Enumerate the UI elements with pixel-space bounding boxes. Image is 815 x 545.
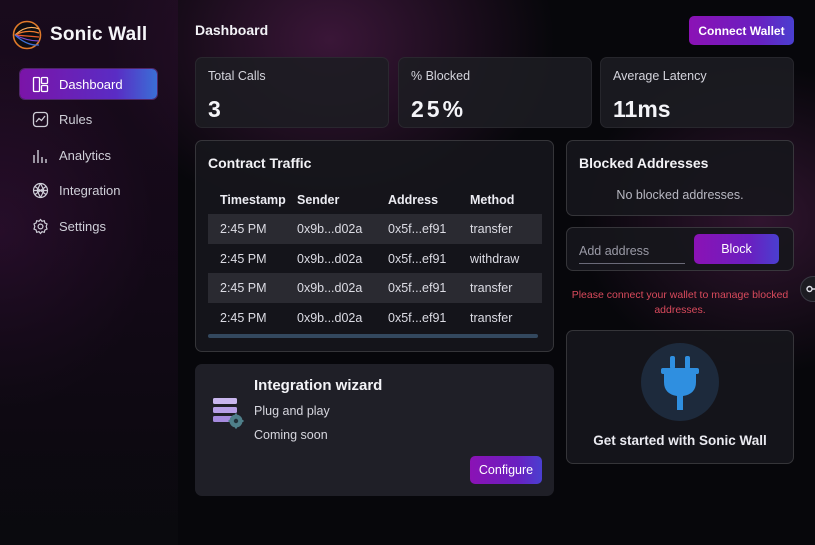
contract-traffic-card: Contract Traffic Timestamp Sender Addres…	[195, 140, 554, 352]
cell-address: 0x5f...ef91	[388, 251, 447, 266]
column-header-timestamp[interactable]: Timestamp	[208, 193, 297, 207]
cell-method: transfer	[470, 310, 513, 325]
wallet-warning: Please connect your wallet to manage blo…	[571, 289, 789, 316]
sidebar-item-label: Dashboard	[59, 76, 123, 92]
stat-label: Average Latency	[613, 69, 707, 83]
table-row[interactable]: 2:45 PM 0x9b...d02a 0x5f...ef91 transfer	[208, 214, 542, 244]
wizard-subtitle: Plug and play	[254, 404, 330, 418]
add-address-input[interactable]	[579, 239, 685, 264]
column-header-method[interactable]: Method	[470, 193, 542, 207]
wizard-status: Coming soon	[254, 428, 328, 442]
sonic-wall-logo-icon	[12, 20, 42, 50]
gear-icon	[32, 218, 49, 235]
empty-state-text: No blocked addresses.	[616, 188, 744, 202]
cell-sender: 0x9b...d02a	[297, 310, 363, 325]
sidebar: Sonic Wall Dashboard Rules Analytics Int…	[0, 0, 178, 545]
table-header: Timestamp Sender Address Method	[208, 186, 542, 214]
cell-sender: 0x9b...d02a	[297, 221, 363, 236]
stat-card-blocked: % Blocked 25%	[398, 57, 592, 128]
add-address-form: Block	[566, 227, 794, 271]
sidebar-item-settings[interactable]: Settings	[20, 211, 157, 241]
column-header-sender[interactable]: Sender	[297, 193, 388, 207]
cell-method: withdraw	[470, 251, 520, 266]
cell-sender: 0x9b...d02a	[297, 251, 363, 266]
server-settings-icon	[213, 398, 244, 429]
wizard-title: Integration wizard	[254, 377, 383, 394]
configure-button[interactable]: Configure	[470, 456, 542, 484]
plug-icon	[661, 356, 699, 410]
brand[interactable]: Sonic Wall	[12, 20, 147, 50]
block-button[interactable]: Block	[694, 234, 779, 264]
cell-sender: 0x9b...d02a	[297, 281, 363, 296]
cell-method: transfer	[470, 281, 513, 296]
traffic-table: Timestamp Sender Address Method 2:45 PM …	[208, 186, 542, 333]
sidebar-item-label: Rules	[59, 112, 93, 127]
brand-name: Sonic Wall	[50, 24, 148, 45]
get-started-text: Get started with Sonic Wall	[593, 433, 767, 448]
cell-timestamp: 2:45 PM	[220, 310, 267, 325]
integration-wizard-card: Integration wizard Plug and play Coming …	[195, 364, 554, 496]
cell-method: transfer	[470, 221, 513, 236]
sidebar-item-dashboard[interactable]: Dashboard	[20, 69, 157, 99]
link-icon	[806, 285, 815, 293]
chart-line-icon	[32, 111, 49, 128]
connect-wallet-button[interactable]: Connect Wallet	[689, 16, 794, 45]
blocked-addresses-card: Blocked Addresses No blocked addresses.	[566, 140, 794, 216]
stat-label: Total Calls	[208, 69, 266, 83]
cell-address: 0x5f...ef91	[388, 310, 447, 325]
table-row[interactable]: 2:45 PM 0x9b...d02a 0x5f...ef91 withdraw	[208, 244, 542, 274]
sidebar-item-label: Analytics	[59, 147, 112, 163]
contract-traffic-title: Contract Traffic	[208, 155, 312, 171]
sidebar-item-integration[interactable]: Integration	[20, 176, 157, 206]
page-title: Dashboard	[195, 22, 269, 38]
cell-timestamp: 2:45 PM	[220, 251, 267, 266]
sidebar-nav: Dashboard Rules Analytics Integration Se…	[20, 69, 157, 247]
sidebar-item-rules[interactable]: Rules	[20, 105, 157, 135]
cell-timestamp: 2:45 PM	[220, 281, 267, 296]
stat-value: 11ms	[613, 96, 671, 122]
integration-icon	[32, 182, 49, 199]
sidebar-item-label: Settings	[59, 218, 106, 234]
layout-icon	[32, 76, 49, 93]
cell-address: 0x5f...ef91	[388, 281, 447, 296]
blocked-addresses-title: Blocked Addresses	[579, 155, 709, 171]
get-started-card[interactable]: Get started with Sonic Wall	[566, 330, 794, 464]
table-row[interactable]: 2:45 PM 0x9b...d02a 0x5f...ef91 transfer	[208, 303, 542, 333]
sidebar-item-analytics[interactable]: Analytics	[20, 140, 157, 170]
cell-address: 0x5f...ef91	[388, 221, 447, 236]
horizontal-scrollbar[interactable]	[208, 334, 538, 338]
stat-value: 3	[208, 96, 221, 122]
stat-card-average-latency: Average Latency 11ms	[600, 57, 794, 128]
plug-icon-badge	[641, 343, 719, 421]
column-header-address[interactable]: Address	[388, 193, 470, 207]
stat-card-total-calls: Total Calls 3	[195, 57, 389, 128]
stat-value: 25%	[411, 96, 467, 122]
stat-label: % Blocked	[411, 69, 471, 83]
cell-timestamp: 2:45 PM	[220, 221, 267, 236]
table-row[interactable]: 2:45 PM 0x9b...d02a 0x5f...ef91 transfer	[208, 273, 542, 304]
sidebar-item-label: Integration	[59, 183, 121, 198]
bar-chart-icon	[32, 147, 49, 164]
